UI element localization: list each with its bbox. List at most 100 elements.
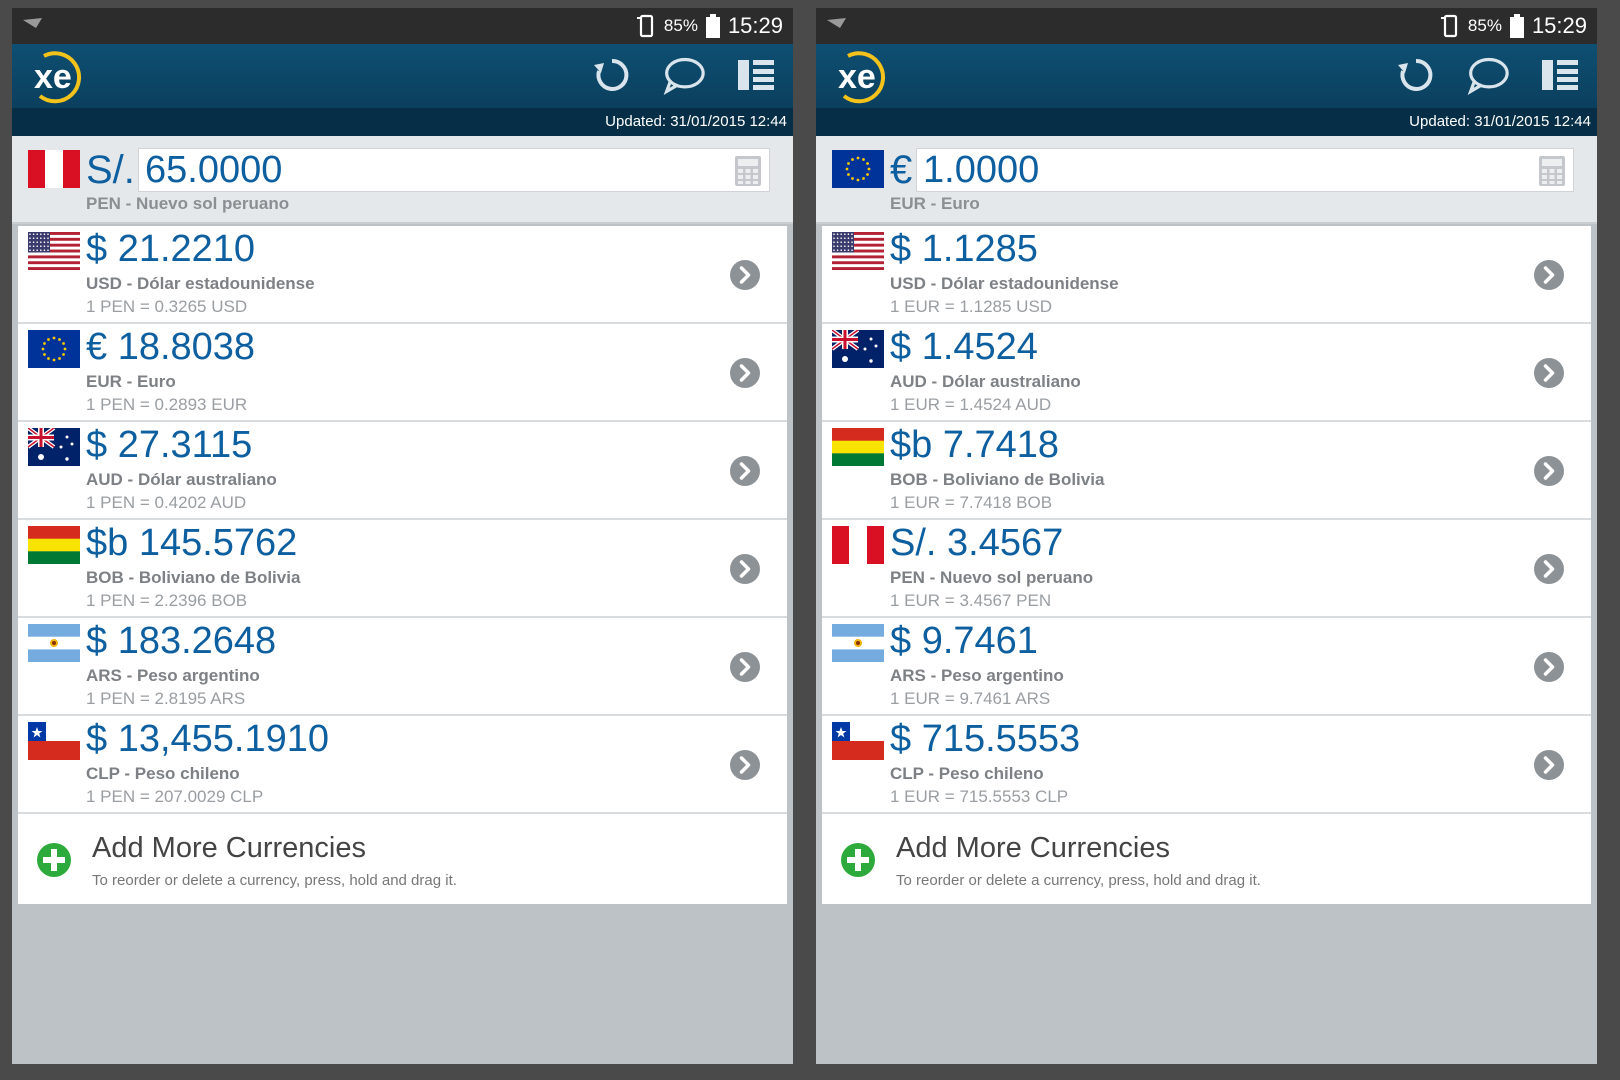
currency-name: AUD - Dólar australiano [890, 372, 1081, 391]
currency-row[interactable]: $ 1.1285 USD - Dólar estadounidense 1 EU… [822, 226, 1591, 324]
base-amount-input[interactable] [916, 148, 1574, 192]
base-currency: € EUR - Euro [816, 136, 1597, 224]
app-header: xe [12, 44, 793, 108]
add-currencies-button[interactable]: Add More Currencies To reorder or delete… [822, 814, 1591, 904]
currency-row[interactable]: $ 27.3115 AUD - Dólar australiano 1 PEN … [18, 422, 787, 520]
exchange-rate: 1 PEN = 0.3265 USD [86, 297, 248, 316]
currency-name: PEN - Nuevo sol peruano [890, 568, 1094, 587]
reorder-hint: To reorder or delete a currency, press, … [92, 872, 457, 889]
flag-icon [28, 330, 80, 368]
menu-list-icon [738, 60, 774, 90]
currency-name: USD - Dólar estadounidense [890, 274, 1119, 293]
menu-list-icon [1542, 60, 1578, 90]
base-currency-symbol: S/. [86, 148, 135, 192]
flag-icon [28, 722, 80, 760]
converted-value: $b 7.7418 [890, 424, 1060, 466]
notification-icon [23, 18, 42, 28]
add-currencies-label: Add More Currencies [896, 832, 1170, 864]
currency-name: ARS - Peso argentino [86, 666, 260, 685]
currency-name: USD - Dólar estadounidense [86, 274, 315, 293]
refresh-icon [1398, 58, 1433, 91]
currency-row[interactable]: $ 715.5553 CLP - Peso chileno 1 EUR = 71… [822, 716, 1591, 814]
exchange-rate: 1 EUR = 1.1285 USD [890, 297, 1053, 316]
menu-button[interactable] [1539, 54, 1581, 96]
chevron-right-icon[interactable] [729, 749, 761, 781]
currency-row[interactable]: $b 145.5762 BOB - Boliviano de Bolivia 1… [18, 520, 787, 618]
feedback-button[interactable] [1467, 54, 1509, 96]
base-currency-name: EUR - Euro [890, 194, 980, 213]
exchange-rate: 1 EUR = 715.5553 CLP [890, 787, 1069, 806]
currency-list: $ 21.2210 USD - Dólar estadounidense 1 P… [12, 224, 793, 904]
chevron-right-icon[interactable] [729, 455, 761, 487]
calculator-icon[interactable] [735, 156, 761, 186]
exchange-rate: 1 PEN = 2.8195 ARS [86, 689, 246, 708]
flag-icon [830, 328, 884, 368]
exchange-rate: 1 EUR = 7.7418 BOB [890, 493, 1053, 512]
converted-value: $ 1.4524 [890, 326, 1038, 368]
chevron-right-icon[interactable] [1533, 749, 1565, 781]
exchange-rate: 1 PEN = 0.4202 AUD [86, 493, 247, 512]
converted-value: $ 715.5553 [890, 718, 1081, 760]
currency-list: $ 1.1285 USD - Dólar estadounidense 1 EU… [816, 224, 1597, 904]
chevron-right-icon[interactable] [1533, 455, 1565, 487]
calculator-icon[interactable] [1539, 156, 1565, 186]
chevron-right-icon[interactable] [729, 651, 761, 683]
chevron-right-icon[interactable] [1533, 553, 1565, 585]
chevron-right-icon[interactable] [1533, 651, 1565, 683]
currency-row[interactable]: $ 21.2210 USD - Dólar estadounidense 1 P… [18, 226, 787, 324]
exchange-rate: 1 EUR = 9.7461 ARS [890, 689, 1051, 708]
converted-value: $ 21.2210 [86, 228, 256, 270]
notification-icon [827, 18, 846, 28]
converted-value: € 18.8038 [86, 326, 256, 368]
flag-icon [832, 150, 884, 188]
chat-bubble-icon [1467, 57, 1509, 95]
chevron-right-icon[interactable] [729, 553, 761, 585]
clock: 15:29 [1531, 13, 1587, 38]
refresh-icon [594, 58, 629, 91]
logo-text: xe [34, 58, 72, 96]
status-bar: 85% 15:29 [12, 8, 793, 44]
flag-icon [28, 150, 80, 188]
currency-row[interactable]: $ 13,455.1910 CLP - Peso chileno 1 PEN =… [18, 716, 787, 814]
add-plus-icon [37, 843, 71, 877]
exchange-rate: 1 EUR = 1.4524 AUD [890, 395, 1052, 414]
currency-name: ARS - Peso argentino [890, 666, 1064, 685]
currency-row[interactable]: $ 9.7461 ARS - Peso argentino 1 EUR = 9.… [822, 618, 1591, 716]
screen-rotation-icon [636, 14, 654, 38]
converter-screen-right: 85% 15:29 xe Updated: 31/01/2015 12:44 €… [816, 8, 1597, 1064]
refresh-button[interactable] [1395, 54, 1437, 96]
chevron-right-icon[interactable] [1533, 259, 1565, 291]
currency-row[interactable]: S/. 3.4567 PEN - Nuevo sol peruano 1 EUR… [822, 520, 1591, 618]
flag-icon [832, 428, 884, 466]
chevron-right-icon[interactable] [729, 357, 761, 389]
exchange-rate: 1 PEN = 207.0029 CLP [86, 787, 264, 806]
add-plus-icon [841, 843, 875, 877]
add-currencies-button[interactable]: Add More Currencies To reorder or delete… [18, 814, 787, 904]
base-currency: S/. PEN - Nuevo sol peruano [12, 136, 793, 224]
feedback-button[interactable] [663, 54, 705, 96]
flag-icon [832, 624, 884, 662]
xe-logo: xe [34, 51, 81, 104]
add-currencies-label: Add More Currencies [92, 832, 366, 864]
currency-row[interactable]: $ 1.4524 AUD - Dólar australiano 1 EUR =… [822, 324, 1591, 422]
exchange-rate: 1 PEN = 0.2893 EUR [86, 395, 248, 414]
battery-icon [705, 14, 720, 38]
app-header: xe [816, 44, 1597, 108]
exchange-rate: 1 EUR = 3.4567 PEN [890, 591, 1052, 610]
converted-value: $ 1.1285 [890, 228, 1038, 270]
chevron-right-icon[interactable] [729, 259, 761, 291]
chevron-right-icon[interactable] [1533, 357, 1565, 389]
xe-logo: xe [838, 51, 885, 104]
status-bar: 85% 15:29 [816, 8, 1597, 44]
menu-button[interactable] [735, 54, 777, 96]
currency-row[interactable]: $ 183.2648 ARS - Peso argentino 1 PEN = … [18, 618, 787, 716]
flag-icon [26, 426, 80, 466]
reorder-hint: To reorder or delete a currency, press, … [896, 872, 1261, 889]
currency-row[interactable]: $b 7.7418 BOB - Boliviano de Bolivia 1 E… [822, 422, 1591, 520]
base-amount-input[interactable] [138, 148, 770, 192]
refresh-button[interactable] [591, 54, 633, 96]
currency-name: AUD - Dólar australiano [86, 470, 277, 489]
currency-row[interactable]: € 18.8038 EUR - Euro 1 PEN = 0.2893 EUR [18, 324, 787, 422]
flag-icon [832, 232, 884, 271]
currency-name: EUR - Euro [86, 372, 176, 391]
